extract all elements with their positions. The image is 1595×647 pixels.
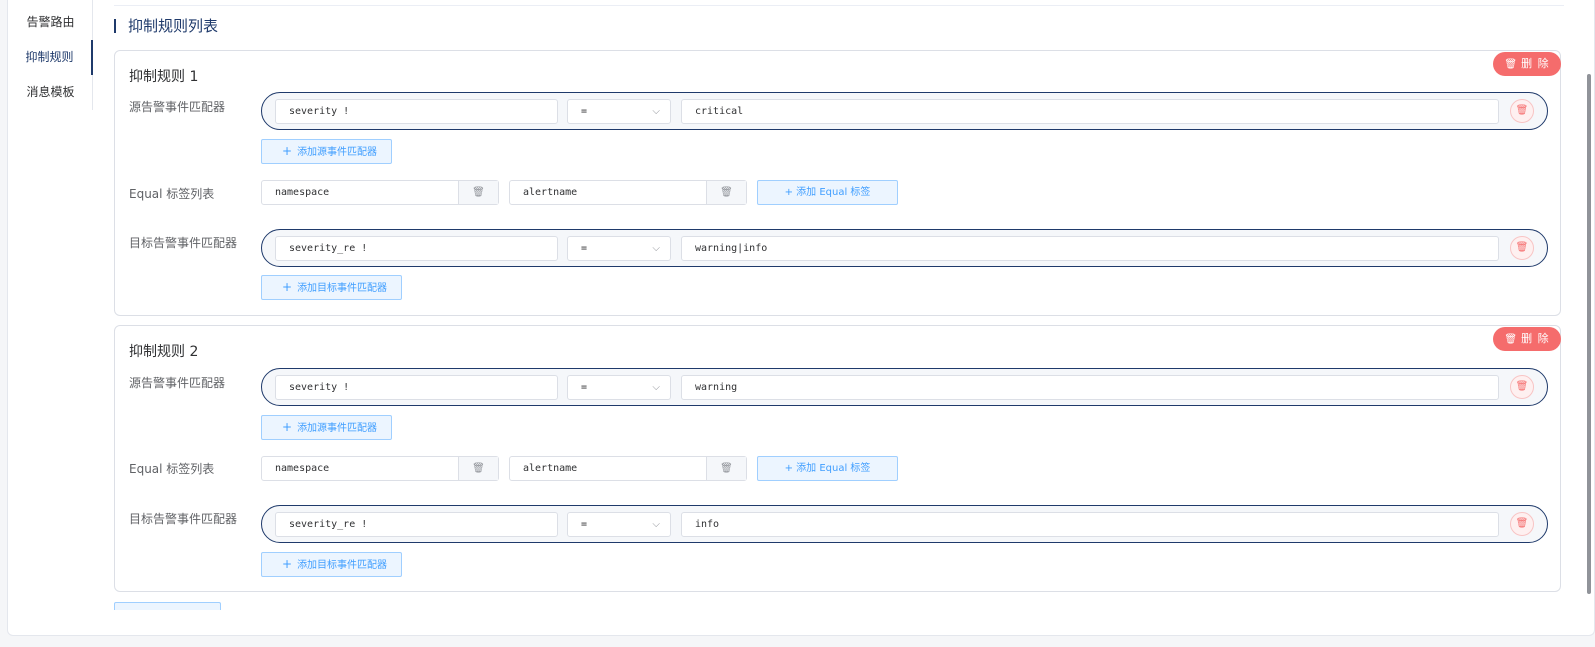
source-matcher-row: severity ! = ⌵ warning 🗑 [261,368,1548,406]
chevron-down-icon: ⌵ [652,243,660,254]
add-rule-button[interactable] [114,602,221,610]
target-matcher-label: 目标告警事件匹配器 [129,236,238,250]
divider [114,5,1564,6]
trash-icon[interactable]: 🗑 [458,457,498,480]
matcher-value-input[interactable]: warning [681,375,1499,400]
plus-icon: + [282,280,293,294]
source-matcher-label: 源告警事件匹配器 [129,376,226,390]
add-target-matcher-button[interactable]: + 添加目标事件匹配器 [261,552,403,577]
source-matcher-label: 源告警事件匹配器 [129,100,226,114]
equal-tag-input[interactable]: alertname [523,181,577,204]
target-matcher-row: severity_re ! = ⌵ info 🗑 [261,505,1548,543]
section-title: 抑制规则列表 [114,15,218,37]
trash-icon: 🗑 [1515,518,1529,529]
source-matcher-row: severity ! = ⌵ critical 🗑 [261,92,1548,130]
matcher-operator-select[interactable]: = ⌵ [567,512,671,537]
delete-rule-button[interactable]: 🗑 删 除 [1493,327,1561,351]
target-matcher-row: severity_re ! = ⌵ warning|info 🗑 [261,229,1548,267]
delete-matcher-button[interactable]: 🗑 [1510,512,1534,536]
matcher-value-input[interactable]: warning|info [681,236,1499,261]
rule-card-2: 抑制规则 2 🗑 删 除 源告警事件匹配器 severity ! = ⌵ warni… [114,325,1561,592]
equal-tag-group: alertname 🗑 [509,180,747,205]
delete-matcher-button[interactable]: 🗑 [1510,375,1534,399]
plus-icon: + [282,557,293,571]
add-equal-tag-button[interactable]: + 添加 Equal 标签 [757,456,898,481]
trash-icon: 🗑 [1515,381,1529,392]
equal-tag-input[interactable]: namespace [275,181,329,204]
matcher-operator-select[interactable]: = ⌵ [567,236,671,261]
chevron-down-icon: ⌵ [652,106,660,117]
delete-matcher-button[interactable]: 🗑 [1510,99,1534,123]
equal-list-label: Equal 标签列表 [129,187,215,201]
matcher-name-input[interactable]: severity ! [275,99,558,124]
delete-matcher-button[interactable]: 🗑 [1510,236,1534,260]
matcher-name-input[interactable]: severity_re ! [275,512,558,537]
trash-icon: 🗑 [1515,242,1529,253]
side-nav: 告警路由 抑制规则 消息模板 [8,0,93,110]
chevron-down-icon: ⌵ [652,382,660,393]
rule-title: 抑制规则 1 [129,69,199,85]
equal-list-label: Equal 标签列表 [129,462,215,476]
nav-item-alert-routing[interactable]: 告警路由 [8,5,93,40]
add-source-matcher-button[interactable]: + 添加源事件匹配器 [261,415,393,440]
nav-item-message-templates[interactable]: 消息模板 [8,75,93,110]
equal-tag-group: namespace 🗑 [261,456,499,481]
matcher-operator-select[interactable]: = ⌵ [567,375,671,400]
matcher-name-input[interactable]: severity_re ! [275,236,558,261]
equal-tag-group: alertname 🗑 [509,456,747,481]
matcher-operator-select[interactable]: = ⌵ [567,99,671,124]
rule-title: 抑制规则 2 [129,344,199,360]
trash-icon[interactable]: 🗑 [706,457,746,480]
nav-item-inhibit-rules[interactable]: 抑制规则 [8,40,93,75]
matcher-name-input[interactable]: severity ! [275,375,558,400]
main-content: 抑制规则列表 抑制规则 1 🗑 删 除 源告警事件匹配器 severity ! =… [114,0,1594,635]
plus-icon: + [784,187,797,198]
add-equal-tag-button[interactable]: + 添加 Equal 标签 [757,180,898,205]
add-source-matcher-button[interactable]: + 添加源事件匹配器 [261,139,393,164]
rule-card-1: 抑制规则 1 🗑 删 除 源告警事件匹配器 severity ! = ⌵ criti… [114,50,1561,316]
app-frame: 告警路由 抑制规则 消息模板 抑制规则列表 抑制规则 1 🗑 删 除 源告警事件匹… [7,0,1595,636]
scrollbar[interactable] [1587,74,1591,594]
target-matcher-label: 目标告警事件匹配器 [129,512,238,526]
trash-icon[interactable]: 🗑 [706,181,746,204]
equal-tag-input[interactable]: namespace [275,457,329,480]
plus-icon: + [282,144,293,158]
trash-icon: 🗑 [1515,105,1529,116]
chevron-down-icon: ⌵ [652,519,660,530]
delete-rule-button[interactable]: 🗑 删 除 [1493,52,1561,76]
add-target-matcher-button[interactable]: + 添加目标事件匹配器 [261,275,403,300]
matcher-value-input[interactable]: info [681,512,1499,537]
plus-icon: + [784,463,797,474]
matcher-value-input[interactable]: critical [681,99,1499,124]
trash-icon: 🗑 [1504,334,1519,345]
trash-icon: 🗑 [1504,59,1519,70]
plus-icon: + [282,420,293,434]
equal-tag-input[interactable]: alertname [523,457,577,480]
equal-tag-group: namespace 🗑 [261,180,499,205]
trash-icon[interactable]: 🗑 [458,181,498,204]
